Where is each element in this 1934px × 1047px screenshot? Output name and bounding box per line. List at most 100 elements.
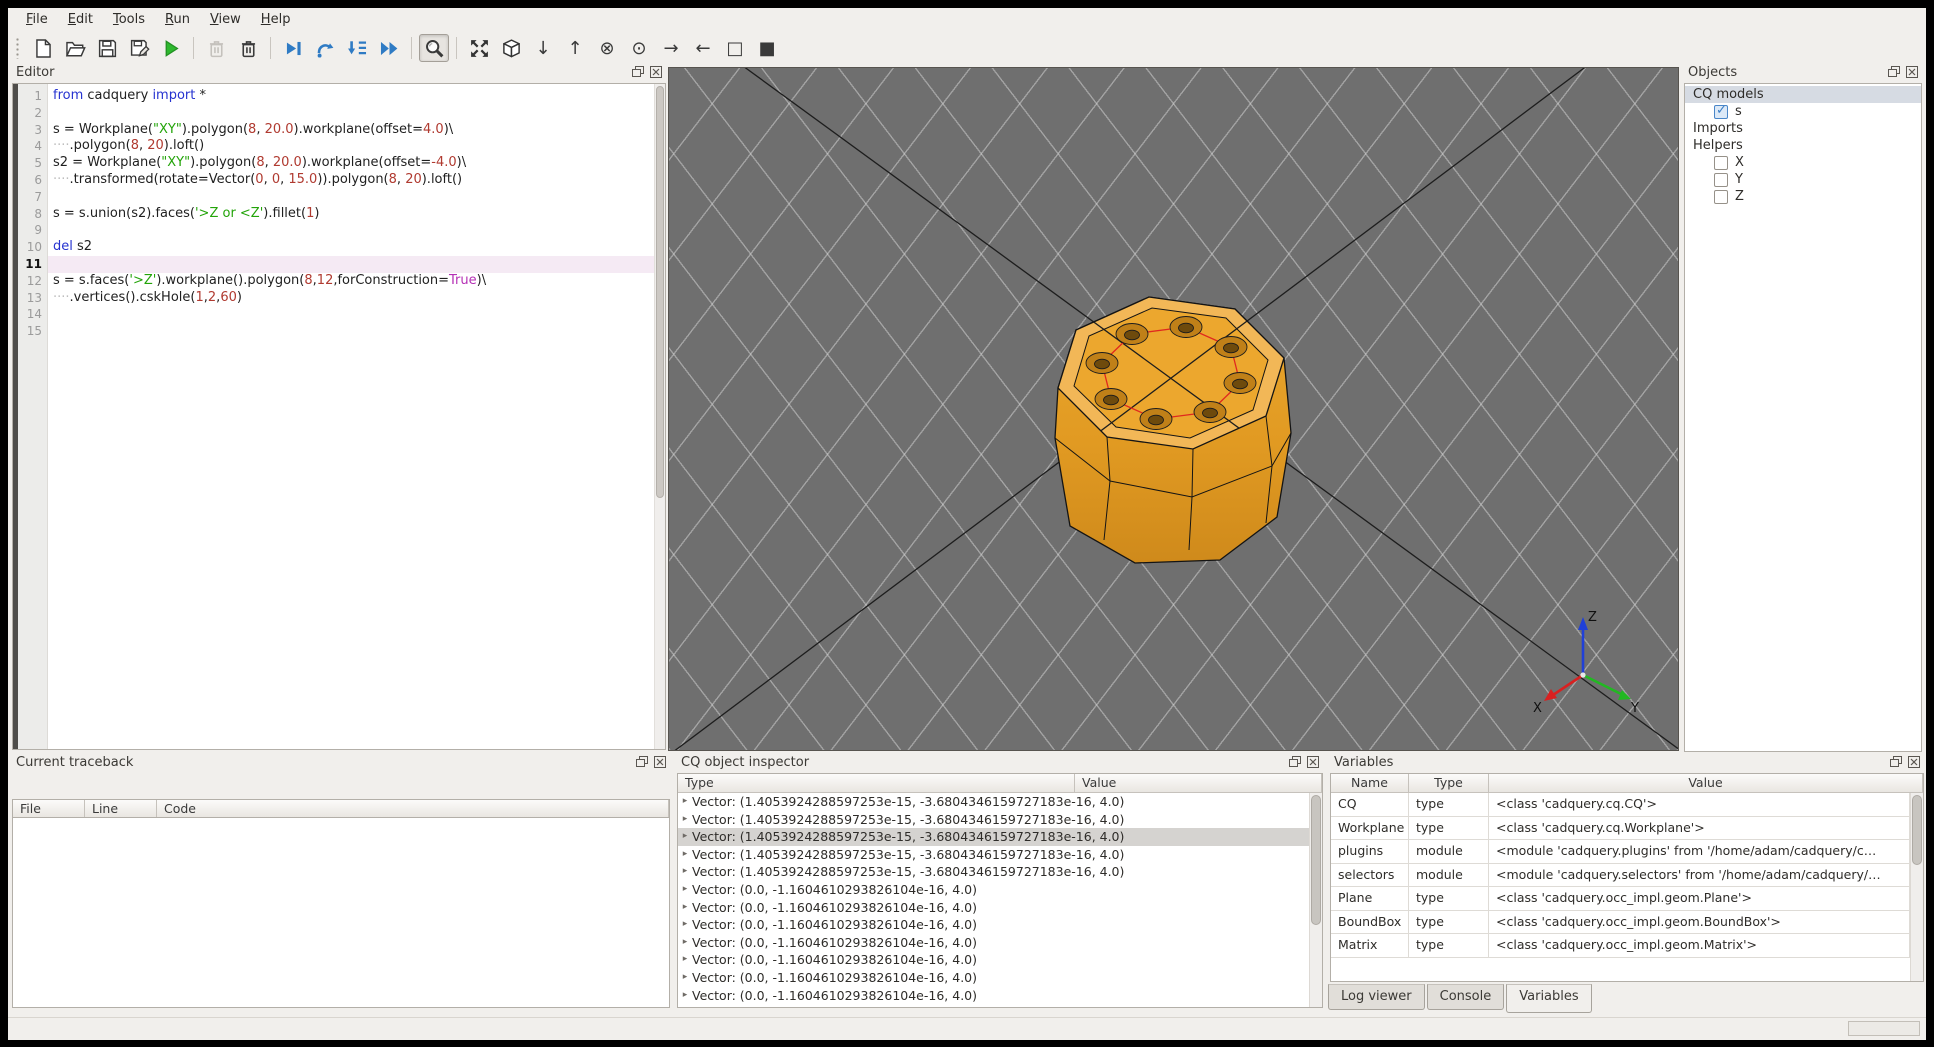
variable-row[interactable]: Plane type <class 'cadquery.occ_impl.geom.… — [1331, 887, 1910, 911]
column-header-line[interactable]: Line — [85, 800, 157, 817]
code-line[interactable]: s = s.union(s2).faces('>Z or <Z').fillet… — [48, 206, 654, 223]
column-header-name[interactable]: Name — [1331, 774, 1409, 792]
expand-arrow-icon[interactable]: ▸ — [678, 916, 692, 934]
menu-view[interactable]: View — [200, 10, 251, 29]
tree-group-imports[interactable]: Imports — [1685, 120, 1921, 137]
expand-arrow-icon[interactable]: ▸ — [678, 846, 692, 864]
inspector-row[interactable]: ▸ Vector: (0.0, -1.1604610293826104e-16, … — [678, 881, 1309, 899]
view-back-button[interactable]: ⊙ — [624, 34, 654, 62]
code-line[interactable]: from cadquery import * — [48, 88, 654, 105]
inspector-row[interactable]: ▸ Vector: (1.4053924288597253e-15, -3.680… — [678, 828, 1309, 846]
expand-arrow-icon[interactable]: ▸ — [678, 951, 692, 969]
inspector-scrollbar[interactable] — [1309, 793, 1322, 1007]
save-as-button[interactable] — [124, 34, 154, 62]
code-line[interactable] — [48, 105, 654, 122]
expand-arrow-icon[interactable]: ▸ — [678, 793, 692, 811]
iso-view-button[interactable] — [496, 34, 526, 62]
variable-row[interactable]: Workplane type <class 'cadquery.cq.Workpla… — [1331, 816, 1910, 840]
close-panel-button[interactable] — [653, 756, 666, 769]
menu-tools[interactable]: Tools — [103, 10, 155, 29]
float-panel-button[interactable] — [1889, 756, 1902, 769]
menu-file[interactable]: File — [16, 10, 58, 29]
inspector-row[interactable]: ▸ Vector: (0.0, -1.1604610293826104e-16, … — [678, 899, 1309, 917]
code-line[interactable]: ····.transformed(rotate=Vector(0, 0, 15.… — [48, 172, 654, 189]
new-file-button[interactable] — [28, 34, 58, 62]
code-line[interactable]: ····.polygon(8, 20).loft() — [48, 138, 654, 155]
code-line[interactable]: s = Workplane("XY").polygon(8, 20.0).wor… — [48, 122, 654, 139]
view-right-button[interactable]: → — [656, 34, 686, 62]
inspector-row[interactable]: ▸ Vector: (0.0, -1.1604610293826104e-16, … — [678, 916, 1309, 934]
expand-arrow-icon[interactable]: ▸ — [678, 899, 692, 917]
view-top-button[interactable]: ↑ — [560, 34, 590, 62]
checkbox-x[interactable] — [1714, 155, 1728, 170]
step-button[interactable] — [310, 34, 340, 62]
tree-group-cq-models[interactable]: CQ models — [1685, 86, 1921, 103]
clear-button[interactable] — [201, 34, 231, 62]
float-panel-button[interactable] — [1288, 756, 1301, 769]
toolbar-handle[interactable] — [15, 37, 21, 59]
save-button[interactable] — [92, 34, 122, 62]
tab-log-viewer[interactable]: Log viewer — [1328, 984, 1425, 1010]
wireframe-button[interactable]: □ — [720, 34, 750, 62]
editor-scrollbar-thumb[interactable] — [656, 86, 664, 499]
view-front-button[interactable]: ⊗ — [592, 34, 622, 62]
open-button[interactable] — [60, 34, 90, 62]
code-line[interactable] — [48, 222, 654, 239]
inspector-row[interactable]: ▸ Vector: (1.4053924288597253e-15, -3.680… — [678, 793, 1309, 811]
inspector-row[interactable]: ▸ Vector: (0.0, -1.1604610293826104e-16, … — [678, 934, 1309, 952]
column-header-value[interactable]: Value — [1489, 774, 1923, 792]
column-header-file[interactable]: File — [13, 800, 85, 817]
tab-console[interactable]: Console — [1426, 984, 1505, 1010]
inspector-row[interactable]: ▸ Vector: (1.4053924288597253e-15, -3.680… — [678, 811, 1309, 829]
editor-scrollbar[interactable] — [654, 84, 665, 749]
variable-row[interactable]: BoundBox type <class 'cadquery.occ_impl.ge… — [1331, 910, 1910, 934]
column-header-code[interactable]: Code — [157, 800, 669, 817]
step-into-button[interactable] — [342, 34, 372, 62]
tree-group-helpers[interactable]: Helpers — [1685, 137, 1921, 154]
tree-item-y[interactable]: Y — [1685, 171, 1921, 188]
view-bottom-button[interactable]: ↓ — [528, 34, 558, 62]
float-panel-button[interactable] — [631, 66, 644, 79]
code-line[interactable]: s2 = Workplane("XY").polygon(8, 20.0).wo… — [48, 155, 654, 172]
expand-arrow-icon[interactable]: ▸ — [678, 969, 692, 987]
expand-arrow-icon[interactable]: ▸ — [678, 828, 692, 846]
inspector-row[interactable]: ▸ Vector: (0.0, -1.1604610293826104e-16, … — [678, 969, 1309, 987]
continue-button[interactable] — [374, 34, 404, 62]
close-panel-button[interactable] — [1905, 66, 1918, 79]
close-panel-button[interactable] — [1306, 756, 1319, 769]
code-line[interactable]: ····.vertices().cskHole(1,2,60) — [48, 290, 654, 307]
tree-item-z[interactable]: Z — [1685, 188, 1921, 205]
viewport-3d[interactable]: Z X Y — [668, 67, 1679, 751]
inspector-row[interactable]: ▸ Vector: (0.0, -1.1604610293826104e-16, … — [678, 987, 1309, 1005]
debug-button[interactable] — [278, 34, 308, 62]
fit-view-button[interactable] — [464, 34, 494, 62]
view-left-button[interactable]: ← — [688, 34, 718, 62]
column-header-value[interactable]: Value — [1075, 774, 1322, 792]
menu-edit[interactable]: Edit — [58, 10, 103, 29]
variables-scrollbar[interactable] — [1910, 793, 1923, 981]
code-editor[interactable]: from cadquery import * s = Workplane("XY"… — [48, 84, 654, 749]
column-header-type[interactable]: Type — [678, 774, 1075, 792]
menu-run[interactable]: Run — [155, 10, 200, 29]
column-header-type[interactable]: Type — [1409, 774, 1489, 792]
inspector-row[interactable]: ▸ Vector: (0.0, -1.1604610293826104e-16, … — [678, 951, 1309, 969]
run-button[interactable] — [156, 34, 186, 62]
inspector-row[interactable]: ▸ Vector: (1.4053924288597253e-15, -3.680… — [678, 846, 1309, 864]
menu-help[interactable]: Help — [251, 10, 301, 29]
expand-arrow-icon[interactable]: ▸ — [678, 863, 692, 881]
variable-row[interactable]: CQ type <class 'cadquery.cq.CQ'> — [1331, 793, 1910, 817]
code-line[interactable] — [48, 189, 654, 206]
inspector-row[interactable]: ▸ Vector: (1.4053924288597253e-15, -3.680… — [678, 863, 1309, 881]
variable-row[interactable]: selectors module <module 'cadquery.selecto… — [1331, 863, 1910, 887]
expand-arrow-icon[interactable]: ▸ — [678, 811, 692, 829]
tab-variables[interactable]: Variables — [1506, 984, 1592, 1013]
expand-arrow-icon[interactable]: ▸ — [678, 934, 692, 952]
float-panel-button[interactable] — [1887, 66, 1900, 79]
checkbox-s[interactable] — [1714, 103, 1728, 119]
code-line[interactable]: del s2 — [48, 239, 654, 256]
variables-scrollbar-thumb[interactable] — [1912, 795, 1922, 865]
float-panel-button[interactable] — [635, 756, 648, 769]
close-panel-button[interactable] — [649, 66, 662, 79]
delete-button[interactable] — [233, 34, 263, 62]
checkbox-z[interactable] — [1714, 189, 1728, 204]
